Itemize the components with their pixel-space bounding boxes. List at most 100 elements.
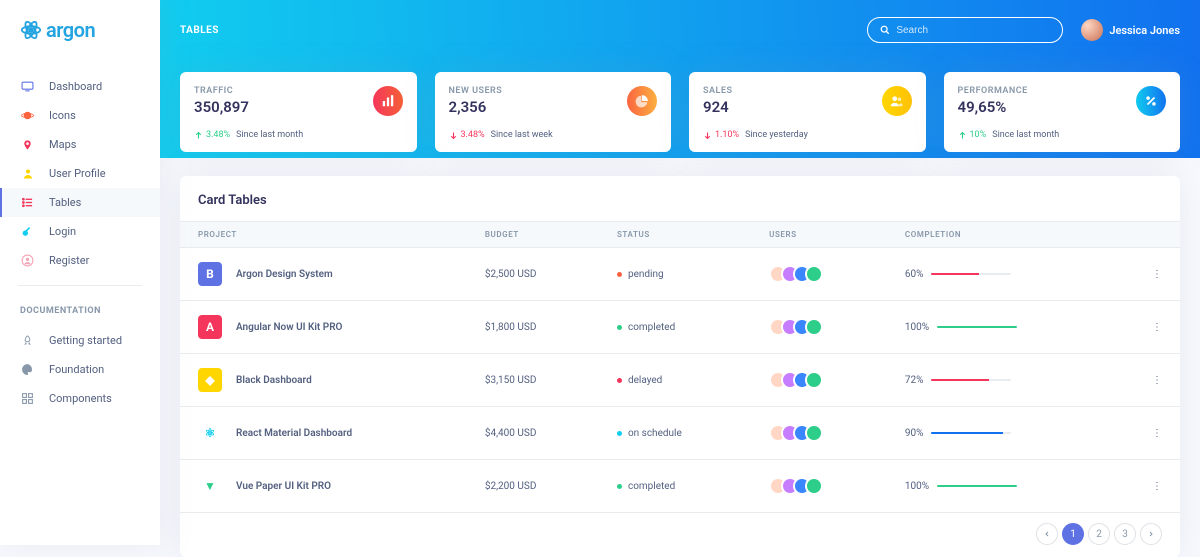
stat-trend: 1.10%Since yesterday	[703, 130, 912, 140]
page-1-button[interactable]: 1	[1062, 523, 1084, 545]
row-actions-button[interactable]: ⋮	[1111, 301, 1180, 354]
docs-item-label: Components	[49, 392, 112, 405]
stat-title: TRAFFIC	[194, 86, 403, 96]
progress-bar	[931, 379, 1011, 381]
arrow-up-icon	[958, 131, 967, 140]
docs-item-getting-started[interactable]: Getting started	[0, 326, 160, 355]
project-logo: A	[198, 315, 222, 339]
sidebar-item-label: Maps	[49, 138, 76, 151]
stat-title: NEW USERS	[449, 86, 658, 96]
status-cell: pending	[617, 269, 733, 280]
sidebar-item-dashboard[interactable]: Dashboard	[0, 72, 160, 101]
sidebar-item-user-profile[interactable]: User Profile	[0, 159, 160, 188]
table-row[interactable]: AAngular Now UI Kit PRO$1,800 USDcomplet…	[180, 301, 1180, 354]
sidebar-item-login[interactable]: Login	[0, 217, 160, 246]
stat-value: 924	[703, 98, 912, 116]
search-box[interactable]	[867, 17, 1063, 43]
status-cell: completed	[617, 481, 733, 492]
completion-pct: 72%	[905, 375, 924, 386]
page-prev-button[interactable]	[1036, 523, 1058, 545]
completion-cell: 90%	[905, 428, 1093, 439]
row-actions-button[interactable]: ⋮	[1111, 460, 1180, 513]
project-name: Argon Design System	[236, 269, 333, 280]
stats-row: TRAFFIC350,8973.48%Since last monthNEW U…	[180, 72, 1180, 152]
stat-trend: 3.48%Since last week	[449, 130, 658, 140]
status-dot	[617, 484, 622, 489]
stat-pct: 1.10%	[715, 130, 739, 140]
arrow-down-icon	[449, 131, 458, 140]
sidebar: argon Dashboard Icons Maps User ProfileTabl…	[0, 0, 160, 545]
sidebar-item-register[interactable]: Register	[0, 246, 160, 275]
pagination: 123	[180, 512, 1180, 557]
sidebar-item-tables[interactable]: Tables	[0, 188, 160, 217]
status-text: on schedule	[628, 428, 682, 439]
status-text: completed	[628, 481, 675, 492]
planet-icon	[20, 108, 35, 123]
stat-since: Since last month	[992, 130, 1059, 140]
table-row[interactable]: ▼Vue Paper UI Kit PRO$2,200 USDcompleted…	[180, 460, 1180, 513]
table-row[interactable]: ⚛React Material Dashboard$4,400 USDon sc…	[180, 407, 1180, 460]
topbar: TABLES Jessica Jones	[180, 18, 1180, 42]
user-menu[interactable]: Jessica Jones	[1081, 19, 1180, 41]
arrow-down-icon	[703, 131, 712, 140]
search-icon	[880, 25, 890, 35]
sidebar-item-label: Register	[49, 254, 89, 267]
row-actions-button[interactable]: ⋮	[1111, 248, 1180, 301]
progress-bar	[937, 326, 1017, 328]
budget-cell: $4,400 USD	[467, 407, 599, 460]
docs-item-foundation[interactable]: Foundation	[0, 355, 160, 384]
progress-bar	[931, 273, 1011, 275]
stat-trend: 3.48% Since last month	[194, 130, 403, 140]
circle-user-icon	[20, 253, 35, 268]
stat-since: Since last month	[236, 130, 303, 140]
row-actions-button[interactable]: ⋮	[1111, 354, 1180, 407]
stat-pct: 3.48%	[206, 130, 230, 140]
users-avatars	[769, 477, 869, 495]
page-2-button[interactable]: 2	[1088, 523, 1110, 545]
avatar	[805, 371, 823, 389]
chart-bar-icon	[373, 86, 403, 116]
status-dot	[617, 325, 622, 330]
budget-cell: $2,500 USD	[467, 248, 599, 301]
project-logo: ◆	[198, 368, 222, 392]
page-3-button[interactable]: 3	[1114, 523, 1136, 545]
completion-pct: 100%	[905, 481, 929, 492]
tv-icon	[20, 79, 35, 94]
sidebar-item-icons[interactable]: Icons	[0, 101, 160, 130]
argon-logo-icon	[20, 19, 42, 41]
column-header: STATUS	[599, 222, 751, 248]
stat-pct: 3.48%	[461, 130, 485, 140]
sidebar-item-label: Icons	[49, 109, 76, 122]
docs-item-components[interactable]: Components	[0, 384, 160, 413]
list-icon	[20, 195, 35, 210]
user-name: Jessica Jones	[1109, 24, 1180, 37]
percent-icon	[1136, 86, 1166, 116]
users-avatars	[769, 265, 869, 283]
card-title: Card Tables	[180, 176, 1180, 221]
brand[interactable]: argon	[0, 0, 160, 68]
palette-icon	[20, 362, 35, 377]
table-row[interactable]: BArgon Design System$2,500 USDpending60%…	[180, 248, 1180, 301]
stat-value: 2,356	[449, 98, 658, 116]
ui-icon	[20, 391, 35, 406]
sidebar-item-maps[interactable]: Maps	[0, 130, 160, 159]
sidebar-item-label: Login	[49, 225, 76, 238]
search-input[interactable]	[896, 25, 1050, 36]
avatar	[805, 424, 823, 442]
pin-icon	[20, 137, 35, 152]
key-icon	[20, 224, 35, 239]
stat-title: PERFORMANCE	[958, 86, 1167, 96]
table-row[interactable]: ◆Black Dashboard$3,150 USDdelayed72%⋮	[180, 354, 1180, 407]
status-text: delayed	[628, 375, 662, 386]
column-header: BUDGET	[467, 222, 599, 248]
card-tables: Card Tables PROJECTBUDGETSTATUSUSERSCOMP…	[180, 176, 1180, 557]
rocket-icon	[20, 333, 35, 348]
breadcrumb: TABLES	[180, 25, 219, 36]
stat-card-new-users: NEW USERS 2,356 3.48%Since last week	[435, 72, 672, 152]
row-actions-button[interactable]: ⋮	[1111, 407, 1180, 460]
status-cell: completed	[617, 322, 733, 333]
stat-trend: 10%Since last month	[958, 130, 1167, 140]
column-header: PROJECT	[180, 222, 467, 248]
page-next-button[interactable]	[1140, 523, 1162, 545]
project-name: Vue Paper UI Kit PRO	[236, 481, 331, 492]
